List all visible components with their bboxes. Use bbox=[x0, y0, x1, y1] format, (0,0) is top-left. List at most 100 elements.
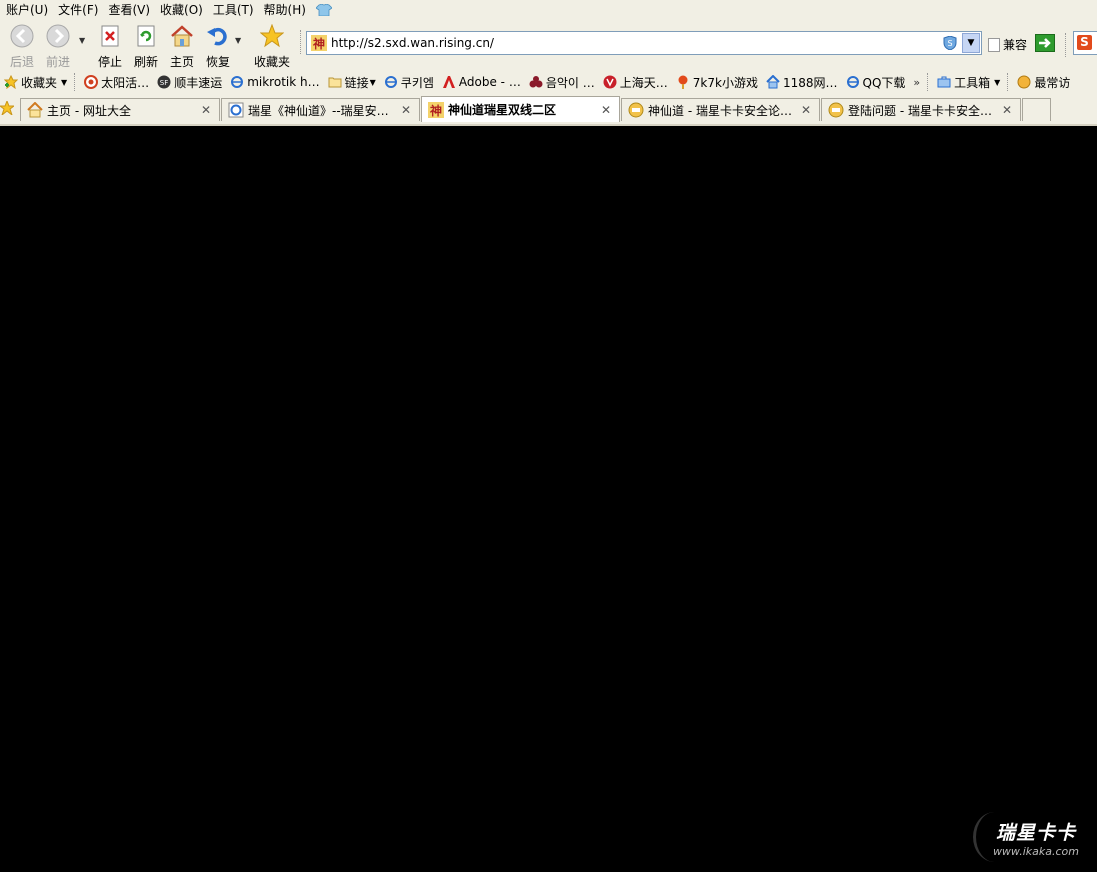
tab-ikaka-forum[interactable]: 神仙道 - 瑞星卡卡安全论… ✕ bbox=[621, 98, 820, 121]
tab-login-issue[interactable]: 登陆问题 - 瑞星卡卡安全… ✕ bbox=[821, 98, 1021, 121]
forward-button[interactable]: 前进 bbox=[40, 24, 76, 69]
favorite-label: Adobe - … bbox=[458, 75, 521, 89]
history-dropdown-icon[interactable]: ▼ bbox=[79, 36, 87, 45]
svg-text:神: 神 bbox=[430, 103, 442, 118]
tab-home[interactable]: 主页 - 网址大全 ✕ bbox=[20, 98, 220, 121]
favorite-label: 链接 bbox=[344, 75, 369, 90]
music-site-icon bbox=[529, 76, 543, 88]
tab-rising-shenxiandao[interactable]: 瑞星《神仙道》--瑞星安… ✕ bbox=[221, 98, 420, 121]
favorite-link[interactable]: 음악이 … bbox=[529, 74, 595, 91]
search-box[interactable]: S bbox=[1073, 31, 1097, 55]
ie-page-icon bbox=[846, 76, 859, 88]
ikaka-watermark: 瑞星卡卡 www.ikaka.com bbox=[972, 812, 1079, 862]
favorite-label: QQ下载 bbox=[862, 75, 906, 90]
stop-label: 停止 bbox=[97, 55, 122, 69]
favorites-button[interactable]: 收藏夹 bbox=[250, 23, 294, 69]
shanghai-site-icon bbox=[603, 75, 617, 89]
favorite-label: 쿠키엠 bbox=[400, 75, 434, 90]
favorite-label: 7k7k小游戏 bbox=[692, 75, 758, 90]
site-favicon-icon: 神 bbox=[311, 35, 327, 51]
favorite-link[interactable]: 1188网… bbox=[766, 74, 838, 91]
stop-button[interactable]: 停止 bbox=[92, 24, 128, 69]
toolbar-grip[interactable] bbox=[300, 30, 304, 54]
favorite-link[interactable]: Adobe - … bbox=[442, 75, 521, 89]
home-icon bbox=[766, 75, 780, 89]
address-bar[interactable]: 神 S ▼ bbox=[306, 31, 982, 55]
page-icon bbox=[988, 37, 1000, 52]
favorite-link[interactable]: SF 顺丰速运 bbox=[157, 74, 222, 91]
site-favicon-icon: 神 bbox=[428, 101, 444, 118]
favorite-link[interactable]: 7k7k小游戏 bbox=[676, 74, 758, 91]
ie-page-icon bbox=[228, 102, 244, 118]
toolbox-button[interactable]: 工具箱 ▼ bbox=[937, 74, 1000, 91]
refresh-button[interactable]: 刷新 bbox=[128, 24, 164, 69]
svg-text:神: 神 bbox=[313, 36, 325, 51]
favorite-link[interactable]: 쿠키엠 bbox=[384, 74, 434, 91]
address-dropdown-icon[interactable]: ▼ bbox=[962, 33, 980, 53]
favorite-link[interactable]: 上海天… bbox=[603, 74, 668, 91]
close-icon[interactable]: ✕ bbox=[599, 103, 613, 117]
tab-title: 登陆问题 - 瑞星卡卡安全… bbox=[848, 103, 992, 118]
close-icon[interactable]: ✕ bbox=[1000, 103, 1014, 117]
back-label: 后退 bbox=[9, 55, 34, 69]
tab-shenxiandao-server[interactable]: 神 神仙道瑞星双线二区 ✕ bbox=[421, 96, 620, 122]
folder-icon bbox=[328, 77, 342, 88]
tab-favorites-star-icon[interactable] bbox=[0, 101, 14, 115]
tab-title: 神仙道瑞星双线二区 bbox=[448, 103, 557, 117]
home-button[interactable]: 主页 bbox=[164, 24, 200, 69]
favorite-label: 顺丰速运 bbox=[174, 75, 223, 90]
menu-bar: 账户(U) 文件(F) 查看(V) 收藏(O) 工具(T) 帮助(H) bbox=[0, 0, 1097, 19]
more-favorites-chevron-icon[interactable]: » bbox=[913, 76, 920, 89]
game-site-icon bbox=[678, 75, 688, 89]
menu-tools[interactable]: 工具(T) bbox=[213, 1, 254, 18]
menu-help[interactable]: 帮助(H) bbox=[264, 1, 306, 18]
refresh-label: 刷新 bbox=[133, 55, 158, 69]
url-input[interactable] bbox=[331, 36, 931, 50]
compat-label: 兼容 bbox=[1003, 38, 1028, 52]
star-icon bbox=[259, 23, 285, 48]
home-icon bbox=[27, 102, 43, 118]
menu-account[interactable]: 账户(U) bbox=[6, 1, 48, 18]
ie-page-icon bbox=[231, 76, 244, 88]
restore-dropdown-icon[interactable]: ▼ bbox=[235, 36, 243, 45]
favorite-link[interactable]: mikrotik h… bbox=[230, 75, 320, 89]
close-icon[interactable]: ✕ bbox=[199, 103, 213, 117]
menu-view[interactable]: 查看(V) bbox=[108, 1, 150, 18]
close-icon[interactable]: ✕ bbox=[799, 103, 813, 117]
search-grip[interactable] bbox=[1065, 33, 1069, 57]
tab-title: 神仙道 - 瑞星卡卡安全论… bbox=[648, 103, 792, 118]
toolbox-icon bbox=[937, 76, 951, 88]
favbar-separator bbox=[74, 73, 77, 91]
forward-arrow-icon bbox=[46, 24, 70, 48]
tab-bar: 主页 - 网址大全 ✕ 瑞星《神仙道》--瑞星安… ✕ 神 神仙道瑞星双线二区 … bbox=[0, 95, 1097, 126]
frequent-visits-button[interactable]: 最常访 bbox=[1017, 74, 1070, 91]
frequent-icon bbox=[1017, 75, 1031, 89]
new-tab-button[interactable] bbox=[1022, 98, 1051, 121]
forum-icon bbox=[628, 102, 644, 118]
favorites-menu-button[interactable]: 收藏夹 ▼ bbox=[4, 74, 67, 91]
shield-icon[interactable]: S bbox=[943, 36, 957, 50]
svg-text:S: S bbox=[947, 39, 952, 48]
restore-button[interactable]: 恢复 bbox=[200, 24, 236, 69]
favorite-link[interactable]: QQ下载 bbox=[846, 74, 906, 91]
menu-file[interactable]: 文件(F) bbox=[58, 1, 98, 18]
toolbox-label: 工具箱 bbox=[954, 75, 991, 90]
menu-favorites[interactable]: 收藏(O) bbox=[160, 1, 203, 18]
skin-shirt-icon[interactable] bbox=[315, 3, 332, 16]
favorite-label: 1188网… bbox=[782, 75, 838, 90]
adobe-icon bbox=[442, 76, 455, 88]
site-icon bbox=[84, 75, 99, 89]
go-button[interactable] bbox=[1035, 34, 1055, 52]
sogou-search-icon: S bbox=[1077, 35, 1092, 50]
back-button[interactable]: 后退 bbox=[4, 24, 40, 69]
favorite-folder[interactable]: 链接 ▼ bbox=[328, 74, 376, 91]
ie-page-icon bbox=[384, 76, 397, 88]
home-icon bbox=[171, 25, 193, 47]
compat-mode-button[interactable]: 兼容 bbox=[988, 36, 1027, 53]
page-content-area[interactable]: 瑞星卡卡 www.ikaka.com bbox=[0, 126, 1097, 872]
forward-label: 前进 bbox=[45, 55, 70, 69]
favorite-link[interactable]: 太阳活… bbox=[84, 74, 149, 91]
back-arrow-icon bbox=[10, 24, 34, 48]
close-icon[interactable]: ✕ bbox=[399, 103, 413, 117]
sf-express-icon: SF bbox=[157, 75, 171, 89]
